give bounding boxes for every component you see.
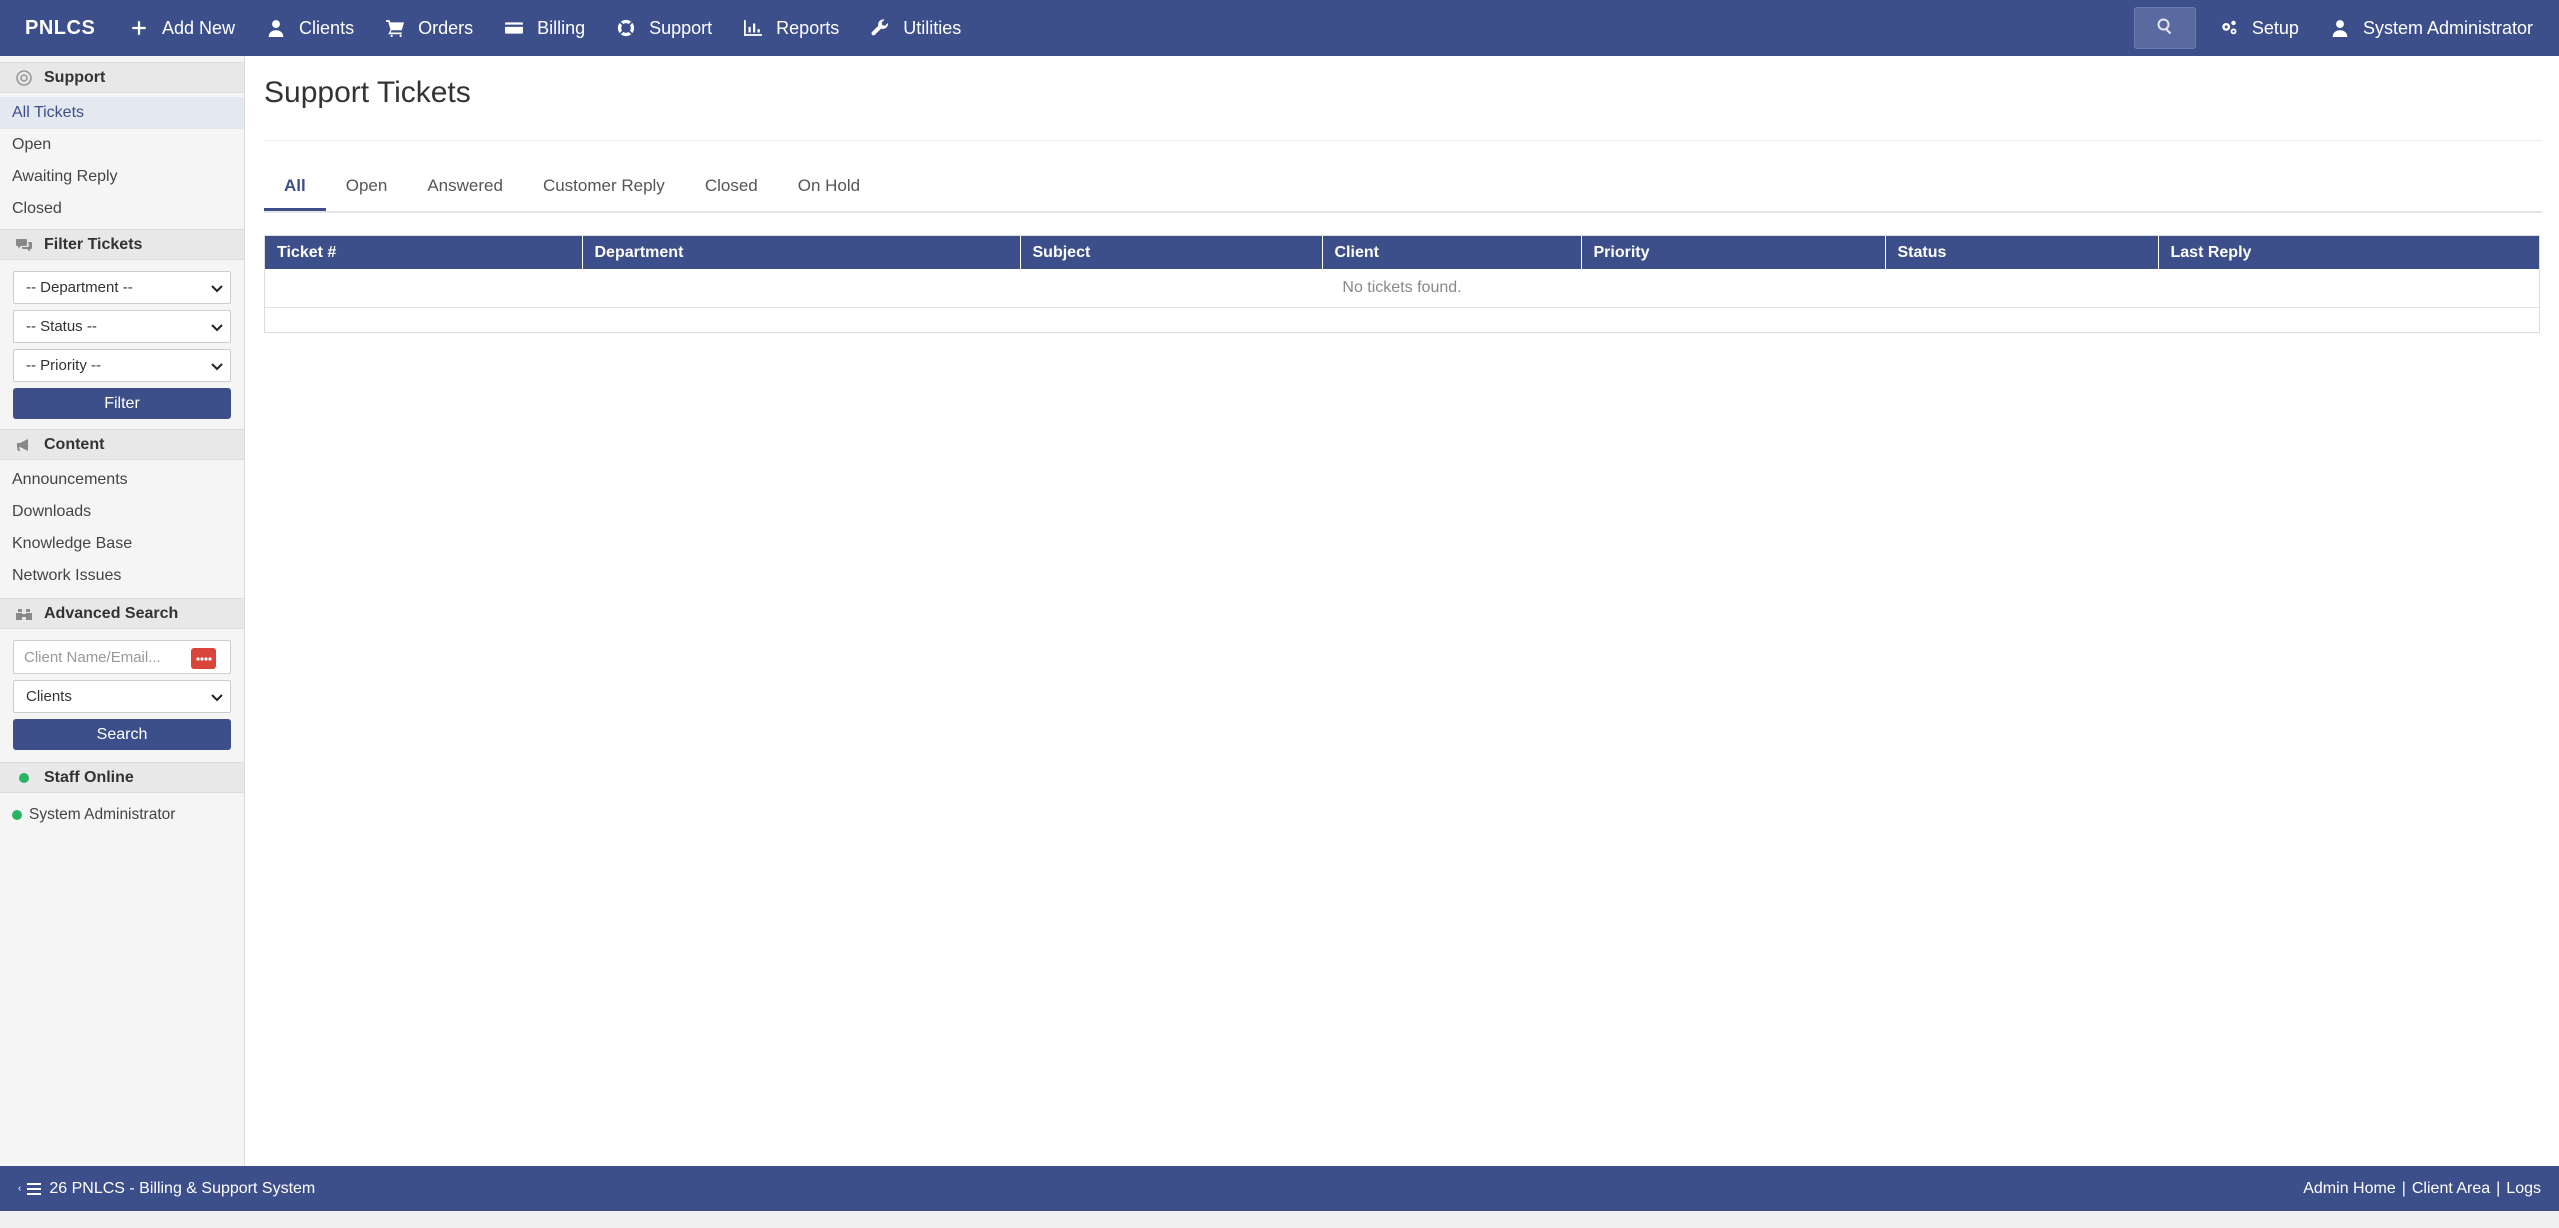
nav-support[interactable]: Support xyxy=(601,0,728,56)
nav-setup-label: Setup xyxy=(2251,17,2299,38)
footer-title: 26 PNLCS - Billing & Support System xyxy=(49,1179,316,1197)
footer-link-client-area[interactable]: Client Area xyxy=(2412,1180,2490,1197)
cart-icon xyxy=(386,19,405,37)
top-navbar: PNLCS Add New Clients Orders Billing Sup… xyxy=(0,0,2559,56)
nav-setup[interactable]: Setup xyxy=(2204,0,2315,56)
main-content: Support Tickets All Open Answered Custom… xyxy=(264,56,2542,333)
user-icon xyxy=(2331,19,2349,37)
menu-icon[interactable] xyxy=(27,1182,42,1195)
chevron-down-icon xyxy=(210,320,224,334)
department-select[interactable]: -- Department -- xyxy=(13,271,231,304)
nav-user-label: System Administrator xyxy=(2362,17,2533,38)
column-header-subject[interactable]: Subject xyxy=(1020,236,1323,269)
page-title: Support Tickets xyxy=(264,76,471,109)
nav-billing[interactable]: Billing xyxy=(489,0,601,56)
sidebar: Support All Tickets Open Awaiting Reply … xyxy=(0,56,245,1166)
bottom-strip xyxy=(0,1211,2559,1228)
nav-reports[interactable]: Reports xyxy=(728,0,855,56)
nav-billing-label: Billing xyxy=(537,17,586,38)
status-select[interactable]: -- Status -- xyxy=(13,310,231,343)
sidebar-heading-filter: Filter Tickets xyxy=(0,229,244,260)
plus-icon xyxy=(130,19,148,37)
staff-online-item: System Administrator xyxy=(0,799,244,831)
nav-support-label: Support xyxy=(649,17,713,38)
footer-link-admin-home[interactable]: Admin Home xyxy=(2303,1180,2395,1197)
column-header-last-reply[interactable]: Last Reply xyxy=(2158,236,2539,269)
sidebar-heading-support: Support xyxy=(0,62,244,93)
footer-link-logs[interactable]: Logs xyxy=(2506,1180,2541,1197)
tickets-table: Ticket # Department Subject Client Prior… xyxy=(264,235,2540,333)
footer-bar: ‹ 26 PNLCS - Billing & Support System Ad… xyxy=(0,1166,2559,1211)
user-icon xyxy=(267,19,285,37)
sidebar-item-closed[interactable]: Closed xyxy=(0,193,244,225)
online-status-icon xyxy=(16,770,32,786)
tab-all[interactable]: All xyxy=(264,163,326,211)
priority-select[interactable]: -- Priority -- xyxy=(13,349,231,382)
nav-reports-label: Reports xyxy=(776,17,840,38)
column-header-status[interactable]: Status xyxy=(1885,236,2159,269)
chart-icon xyxy=(744,19,763,37)
sidebar-item-network-issues[interactable]: Network Issues xyxy=(0,560,244,592)
ticket-tabs: All Open Answered Customer Reply Closed … xyxy=(264,163,2542,213)
title-divider xyxy=(264,140,2542,141)
chevron-left-icon[interactable]: ‹ xyxy=(18,1183,21,1194)
chevron-down-icon xyxy=(210,690,224,704)
sidebar-item-awaiting-reply[interactable]: Awaiting Reply xyxy=(0,161,244,193)
nav-user-menu[interactable]: System Administrator xyxy=(2315,0,2559,56)
sidebar-heading-advanced-search: Advanced Search xyxy=(0,598,244,629)
empty-state-message: No tickets found. xyxy=(265,269,2539,308)
binoculars-icon xyxy=(16,606,32,622)
nav-add-new[interactable]: Add New xyxy=(114,0,251,56)
nav-utilities-label: Utilities xyxy=(903,17,962,38)
search-type-select[interactable]: Clients xyxy=(13,680,231,713)
nav-orders-label: Orders xyxy=(418,17,474,38)
tab-closed[interactable]: Closed xyxy=(685,163,778,211)
search-icon xyxy=(2157,18,2173,39)
filter-button[interactable]: Filter xyxy=(13,388,231,419)
sidebar-item-all-tickets[interactable]: All Tickets xyxy=(0,97,244,129)
lifebuoy-icon xyxy=(617,19,636,37)
nav-search-button[interactable] xyxy=(2133,7,2196,49)
more-options-icon[interactable] xyxy=(191,648,216,669)
tab-customer-reply[interactable]: Customer Reply xyxy=(523,163,685,211)
column-header-client[interactable]: Client xyxy=(1322,236,1582,269)
nav-add-new-label: Add New xyxy=(162,17,236,38)
nav-orders[interactable]: Orders xyxy=(370,0,489,56)
sidebar-heading-staff-online: Staff Online xyxy=(0,762,244,793)
wrench-icon xyxy=(871,19,889,37)
credit-card-icon xyxy=(505,19,524,37)
tab-on-hold[interactable]: On Hold xyxy=(778,163,880,211)
comments-icon xyxy=(16,237,32,253)
chevron-down-icon xyxy=(210,281,224,295)
column-header-department[interactable]: Department xyxy=(582,236,1021,269)
nav-clients-label: Clients xyxy=(299,17,355,38)
sidebar-item-knowledge-base[interactable]: Knowledge Base xyxy=(0,528,244,560)
column-header-ticket[interactable]: Ticket # xyxy=(265,236,583,269)
nav-utilities[interactable]: Utilities xyxy=(855,0,977,56)
chevron-down-icon xyxy=(210,359,224,373)
tab-open[interactable]: Open xyxy=(326,163,408,211)
sidebar-item-downloads[interactable]: Downloads xyxy=(0,496,244,528)
tab-answered[interactable]: Answered xyxy=(407,163,523,211)
brand-logo[interactable]: PNLCS xyxy=(0,17,114,40)
nav-clients[interactable]: Clients xyxy=(251,0,370,56)
column-header-priority[interactable]: Priority xyxy=(1581,236,1886,269)
megaphone-icon xyxy=(16,437,32,453)
gears-icon xyxy=(2220,19,2238,37)
sidebar-item-announcements[interactable]: Announcements xyxy=(0,464,244,496)
online-dot-icon xyxy=(12,810,22,820)
lifebuoy-icon xyxy=(16,69,32,86)
sidebar-item-open[interactable]: Open xyxy=(0,129,244,161)
search-button[interactable]: Search xyxy=(13,719,231,750)
sidebar-heading-content: Content xyxy=(0,429,244,460)
client-search-input[interactable]: Client Name/Email... xyxy=(13,640,231,674)
